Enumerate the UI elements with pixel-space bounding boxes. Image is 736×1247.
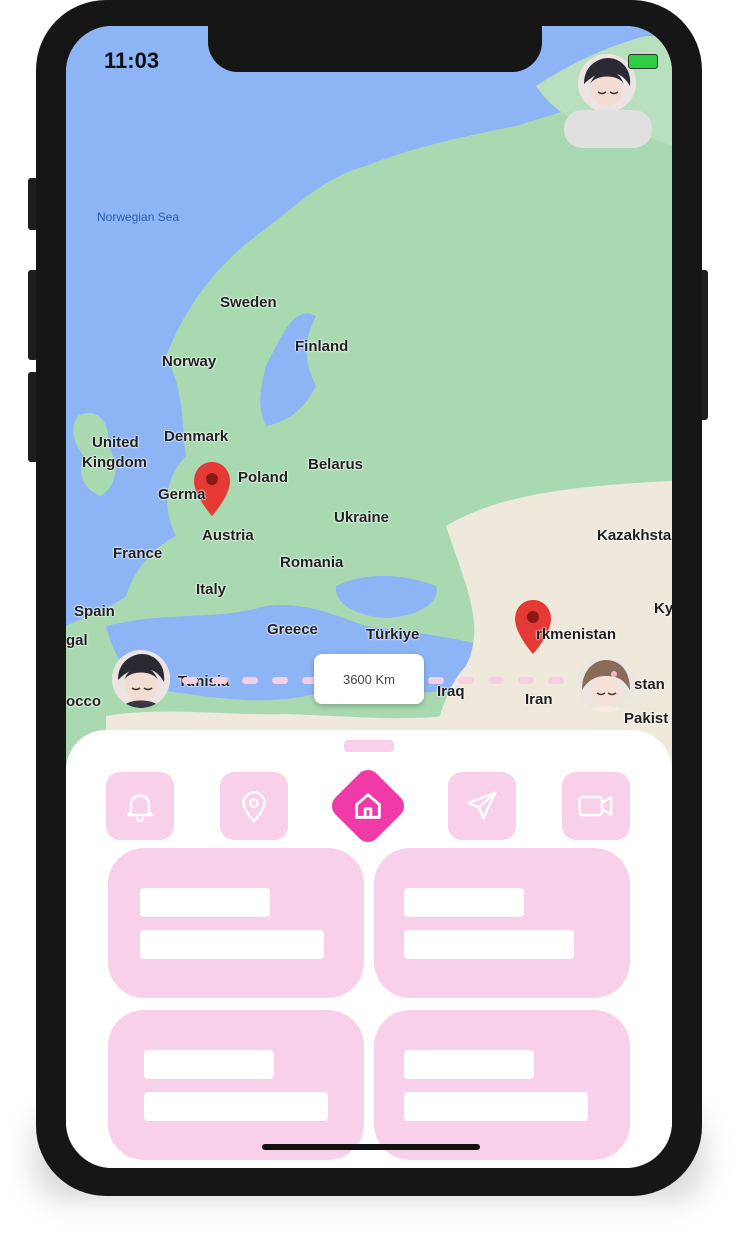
route-dash	[458, 677, 474, 684]
distance-badge: 3600 Km	[314, 654, 424, 704]
route-dash	[428, 677, 444, 684]
route-dash	[242, 677, 258, 684]
nav-video-button[interactable]	[562, 772, 630, 840]
content-card-1[interactable]	[108, 848, 364, 998]
sheet-drag-handle[interactable]	[344, 740, 394, 752]
map-label-occo: occo	[66, 693, 102, 710]
avatar-left-illustration	[112, 650, 170, 708]
card-placeholder-line	[404, 1050, 534, 1079]
video-icon	[578, 795, 613, 817]
home-icon	[355, 793, 381, 819]
card-placeholder-line	[404, 930, 574, 959]
map-label-sweden: Sweden	[220, 294, 277, 311]
map-label-kingdom: Kingdom	[82, 454, 147, 471]
content-card-2[interactable]	[374, 848, 630, 998]
map-label-denmark: Denmark	[164, 428, 229, 445]
route-dash	[548, 677, 564, 684]
route-dash	[212, 677, 228, 684]
route-dash	[182, 677, 198, 684]
map-label-belarus: Belarus	[308, 456, 364, 473]
bottom-sheet	[66, 730, 672, 1168]
card-placeholder-line	[144, 1050, 274, 1079]
map-label-ukraine: Ukraine	[334, 509, 390, 526]
phone-screen: Norwegian Sea Sweden Finland Norway Denm…	[66, 26, 672, 1168]
map-label-turkiye: Türkiye	[366, 626, 420, 643]
map-label-iraq: Iraq	[437, 683, 465, 700]
card-placeholder-line	[404, 1092, 588, 1121]
map-label-pakist: Pakist	[624, 710, 669, 727]
nav-notifications-button[interactable]	[106, 772, 174, 840]
map-label-spain: Spain	[74, 603, 115, 620]
map-label-poland: Poland	[238, 469, 289, 486]
send-icon	[467, 791, 497, 820]
avatar-user-right[interactable]	[578, 656, 634, 712]
map-label-united: United	[92, 434, 139, 451]
map-pin-icon	[242, 791, 266, 823]
route-dash	[518, 677, 534, 684]
map-label-norwegian-sea: Norwegian Sea	[97, 210, 180, 224]
route-dash	[272, 677, 288, 684]
map-label-turkmenistan: rkmenistan	[536, 626, 617, 643]
map-label-romania: Romania	[280, 554, 344, 571]
phone-notch	[208, 26, 542, 72]
map-label-austria: Austria	[202, 527, 254, 544]
map-label-france: France	[113, 545, 163, 562]
avatar-user-left[interactable]	[112, 650, 170, 708]
card-placeholder-line	[144, 1092, 328, 1121]
home-indicator	[262, 1144, 480, 1150]
content-card-3[interactable]	[108, 1010, 364, 1160]
card-placeholder-line	[404, 888, 524, 917]
map-label-gal: gal	[66, 632, 88, 649]
route-dash	[488, 677, 504, 684]
bell-icon	[126, 794, 154, 823]
map-label-ky: Ky	[654, 600, 672, 617]
map-label-norway: Norway	[162, 353, 217, 370]
status-time: 11:03	[104, 48, 160, 73]
map-label-finland: Finland	[295, 338, 349, 355]
nav-home-button[interactable]	[326, 764, 410, 848]
card-placeholder-line	[140, 930, 324, 959]
map-label-italy: Italy	[196, 581, 227, 598]
card-placeholder-line	[140, 888, 270, 917]
battery-icon	[628, 54, 658, 69]
nav-location-button[interactable]	[220, 772, 288, 840]
content-card-4[interactable]	[374, 1010, 630, 1160]
map-label-iran: Iran	[525, 691, 553, 708]
map-label-germany: Germa	[158, 486, 206, 503]
profile-placeholder-pill	[564, 110, 652, 148]
map-label-greece: Greece	[267, 621, 318, 638]
map-label-kazakhstan: Kazakhsta	[597, 527, 672, 544]
avatar-right-illustration	[578, 656, 634, 712]
nav-send-button[interactable]	[448, 772, 516, 840]
map-label-istan: stan	[634, 676, 665, 693]
